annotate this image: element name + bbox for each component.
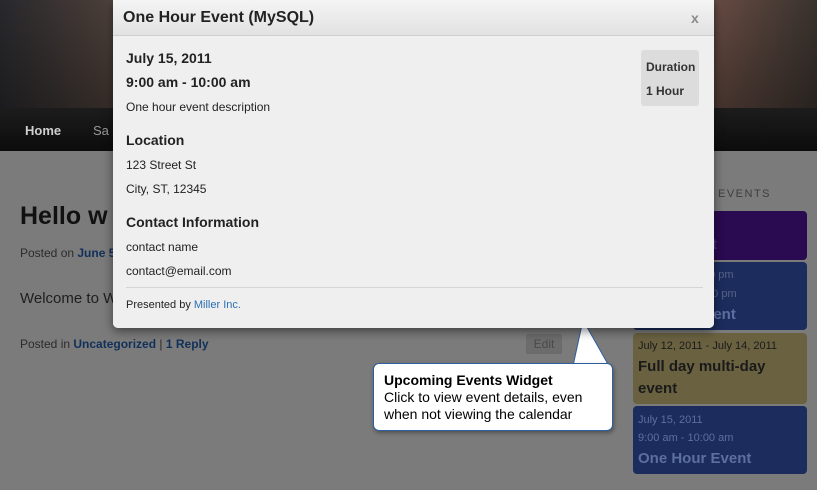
post-footer: Posted in Uncategorized | 1 Reply xyxy=(20,337,209,351)
post-meta: Posted on June 5 xyxy=(20,246,115,260)
event-title: One Hour Event xyxy=(638,450,752,467)
address-line1: 123 Street St xyxy=(126,158,197,172)
post-date-link[interactable]: June 5 xyxy=(77,246,115,260)
event-description: One hour event description xyxy=(126,100,271,114)
modal-header: One Hour Event (MySQL) x xyxy=(113,0,714,36)
callout-title: Upcoming Events Widget xyxy=(384,372,553,388)
duration-value: 1 Hour xyxy=(646,84,685,98)
divider xyxy=(126,287,703,288)
modal-title: One Hour Event (MySQL) xyxy=(123,9,315,26)
event-details-modal: One Hour Event (MySQL) x July 15, 2011 9… xyxy=(113,0,714,328)
callout-box: Upcoming Events Widget Click to view eve… xyxy=(373,363,613,431)
contact-email: contact@email.com xyxy=(126,264,232,278)
edit-button[interactable]: Edit xyxy=(526,334,562,354)
reply-link[interactable]: 1 Reply xyxy=(166,337,209,351)
event-date: July 15, 2011 xyxy=(638,414,703,426)
callout-text-line2: when not viewing the calendar xyxy=(384,406,573,422)
contact-name: contact name xyxy=(126,240,199,254)
post-title[interactable]: Hello w xyxy=(20,202,108,231)
category-link[interactable]: Uncategorized xyxy=(73,337,156,351)
location-heading: Location xyxy=(126,132,185,148)
event-date: July 15, 2011 xyxy=(126,50,212,66)
post-body: Welcome to W xyxy=(20,290,118,307)
event-card[interactable]: July 12, 2011 - July 14, 2011 Full day m… xyxy=(633,333,807,404)
post-meta-prefix: Posted on xyxy=(20,246,78,260)
footer-separator: | xyxy=(156,337,166,351)
event-date: July 12, 2011 - July 14, 2011 xyxy=(638,340,778,352)
contact-heading: Contact Information xyxy=(126,214,259,230)
address-line2: City, ST, 12345 xyxy=(126,182,207,196)
close-icon[interactable]: x xyxy=(691,10,699,26)
presented-by: Presented by Miller Inc. xyxy=(126,299,241,311)
post-footer-prefix: Posted in xyxy=(20,337,74,351)
event-card[interactable]: July 15, 2011 9:00 am - 10:00 am One Hou… xyxy=(633,406,807,474)
event-time: 9:00 am - 10:00 am xyxy=(638,432,734,444)
nav-item-sample[interactable]: Sa xyxy=(93,123,109,138)
event-time: 9:00 am - 10:00 am xyxy=(126,74,251,90)
callout-text-line1: Click to view event details, even xyxy=(384,389,583,405)
presenter-link[interactable]: Miller Inc. xyxy=(194,299,241,311)
modal-body: July 15, 2011 9:00 am - 10:00 am One hou… xyxy=(113,36,714,328)
widget-title: EVENTS xyxy=(718,188,772,200)
nav-item-home[interactable]: Home xyxy=(25,123,61,138)
event-title: Full day multi-day event xyxy=(638,358,766,397)
presented-by-label: Presented by xyxy=(126,299,194,311)
duration-label: Duration xyxy=(646,60,696,74)
duration-box: Duration 1 Hour xyxy=(641,50,699,106)
